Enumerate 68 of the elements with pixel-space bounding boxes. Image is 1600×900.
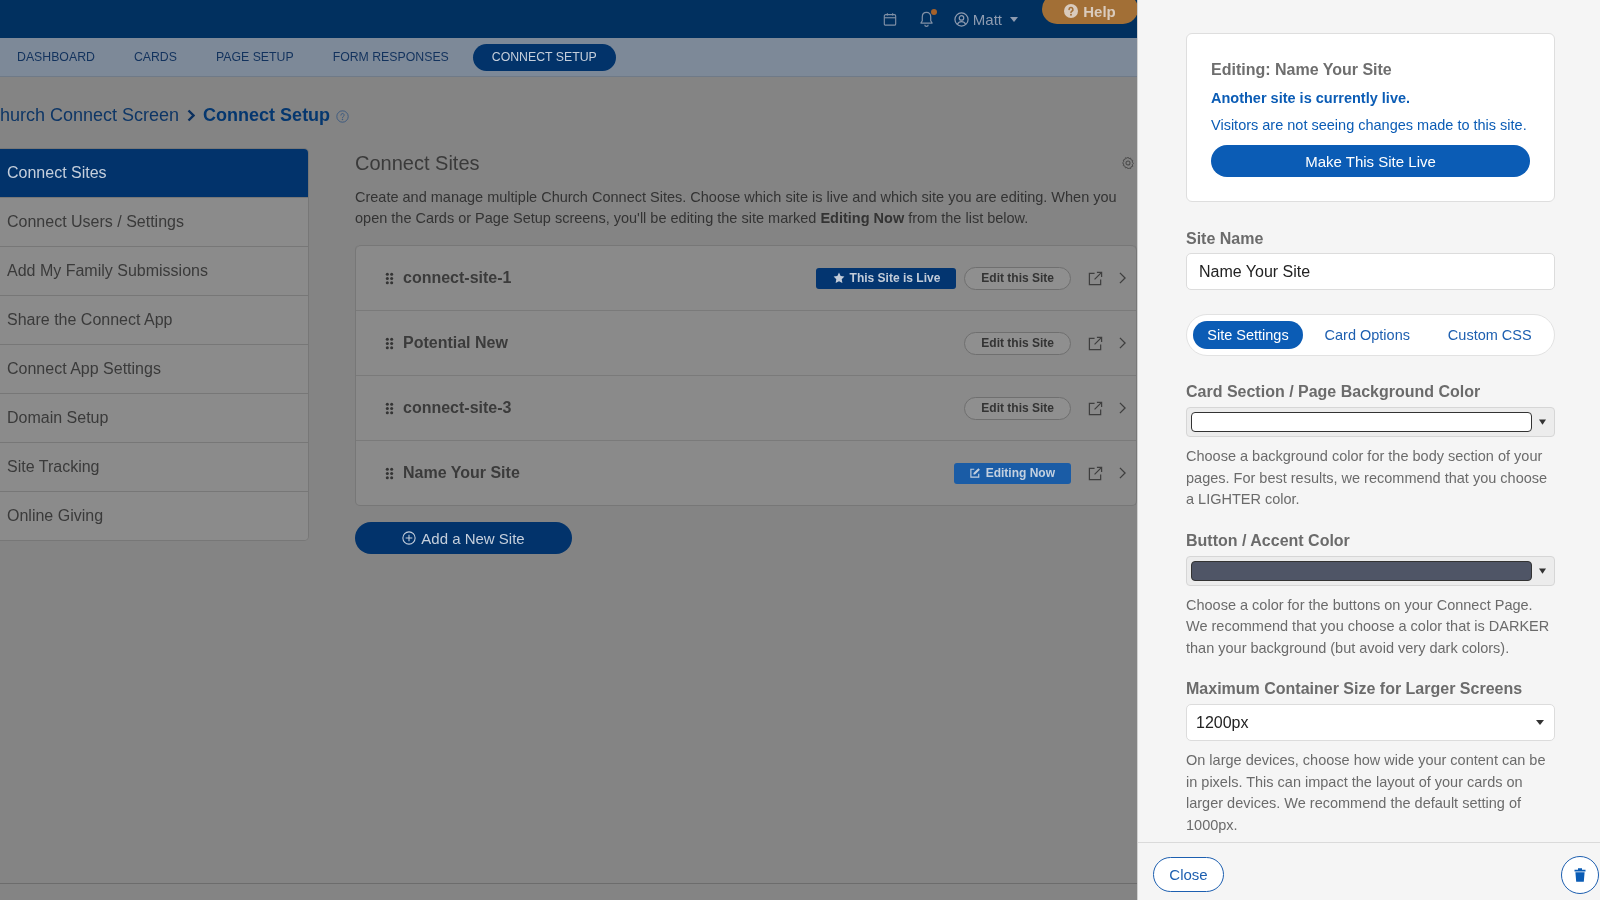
edit-site-button[interactable]: Edit this Site xyxy=(964,266,1071,290)
notice-title: Editing: Name Your Site xyxy=(1211,60,1393,80)
caret-down-icon xyxy=(1536,720,1544,725)
site-name: Name Your Site xyxy=(403,464,520,482)
chevron-right-icon[interactable] xyxy=(1119,402,1126,414)
help-text: Choose a color for the buttons on your Connect Page. We recommend that you choose a color that is DARKER than your background (but avoid very dark colors). xyxy=(1186,595,1551,658)
settings-tab[interactable]: Card Options xyxy=(1309,321,1426,349)
external-link-icon[interactable] xyxy=(1088,335,1103,351)
edit-icon xyxy=(968,467,981,479)
drag-handle-icon[interactable] xyxy=(385,271,394,285)
help-text: Choose a background color for the body section of your pages. For best results, we recommend that you choose a LIGHTER color. xyxy=(1186,447,1549,509)
chevron-right-icon xyxy=(187,108,196,122)
question-circle-icon xyxy=(1064,4,1079,18)
container-size-select[interactable]: 1200px xyxy=(1186,704,1555,741)
chevron-right-icon[interactable] xyxy=(1119,337,1126,349)
edit-site-button[interactable]: Edit this Site xyxy=(964,331,1071,355)
nav-tab[interactable]: DASHBOARD xyxy=(0,43,114,71)
user-menu-button[interactable]: Matt xyxy=(953,10,1018,28)
chevron-right-icon[interactable] xyxy=(1119,272,1126,284)
star-icon xyxy=(832,272,845,284)
caret-down-icon xyxy=(1539,419,1546,425)
close-button[interactable]: Close xyxy=(1153,857,1224,892)
plus-circle-icon xyxy=(402,531,417,545)
site-name: connect-site-3 xyxy=(403,399,512,417)
help-button[interactable]: Help xyxy=(1042,0,1137,24)
drag-handle-icon[interactable] xyxy=(385,401,394,415)
external-link-icon[interactable] xyxy=(1088,400,1103,416)
breadcrumb-link[interactable]: hurch Connect Screen xyxy=(0,104,180,126)
notice-warning: Another site is currently live. xyxy=(1211,89,1412,108)
notice-message: Visitors are not seeing changes made to this site. xyxy=(1211,116,1528,135)
external-link-icon[interactable] xyxy=(1088,270,1103,286)
calendar-icon[interactable] xyxy=(882,11,897,27)
color-picker-field[interactable] xyxy=(1186,407,1555,437)
external-link-icon[interactable] xyxy=(1088,465,1103,481)
breadcrumb-current: Connect Setup xyxy=(203,104,331,126)
drag-handle-icon[interactable] xyxy=(385,336,394,350)
field-label: Site Name xyxy=(1186,229,1265,249)
edit-site-button[interactable]: Edit this Site xyxy=(964,396,1071,420)
delete-button[interactable] xyxy=(1561,855,1599,894)
site-name-input[interactable]: Name Your Site xyxy=(1186,253,1555,290)
settings-tab[interactable]: Site Settings xyxy=(1193,321,1303,349)
section-title: Connect Sites xyxy=(355,151,480,175)
site-name: Potential New xyxy=(403,334,508,352)
color-picker-field[interactable] xyxy=(1186,555,1555,586)
live-badge: This Site is Live xyxy=(815,267,957,289)
nav-tab[interactable]: PAGE SETUP xyxy=(196,43,313,71)
bell-icon[interactable] xyxy=(918,10,934,28)
field-label: Card Section / Page Background Color xyxy=(1186,382,1482,402)
caret-down-icon xyxy=(1010,16,1018,22)
nav-tab[interactable]: CONNECT SETUP xyxy=(472,43,616,71)
description-text: Create and manage multiple Church Connect Sites. Choose which site is live and which site you are editing. When you open the Cards or Page Setup screens, you'll be editing the site marked Editing Now from the list below. xyxy=(355,188,1118,228)
drag-handle-icon[interactable] xyxy=(385,466,394,480)
make-live-button[interactable]: Make This Site Live xyxy=(1211,145,1530,177)
nav-tab[interactable]: FORM RESPONSES xyxy=(313,43,468,71)
chevron-right-icon[interactable] xyxy=(1119,467,1126,479)
caret-down-icon xyxy=(1539,567,1546,574)
add-site-button[interactable]: Add a New Site xyxy=(355,522,572,554)
help-text: On large devices, choose how wide your content can be in pixels. This can impact the layout of your cards on larger devices. We recommend the default setting of 1000px. xyxy=(1186,751,1547,835)
editing-now-badge: Editing Now xyxy=(953,462,1071,484)
field-label: Button / Accent Color xyxy=(1186,530,1351,551)
gear-icon[interactable] xyxy=(1121,156,1135,170)
trash-icon xyxy=(1574,867,1586,882)
sidebar-item[interactable]: Connect Sites xyxy=(0,149,308,198)
site-name: connect-site-1 xyxy=(403,269,512,287)
user-icon xyxy=(953,11,969,27)
settings-tab[interactable]: Custom CSS xyxy=(1431,321,1548,349)
nav-tab[interactable]: CARDS xyxy=(114,43,196,71)
field-label: Maximum Container Size for Larger Screens xyxy=(1186,679,1524,699)
